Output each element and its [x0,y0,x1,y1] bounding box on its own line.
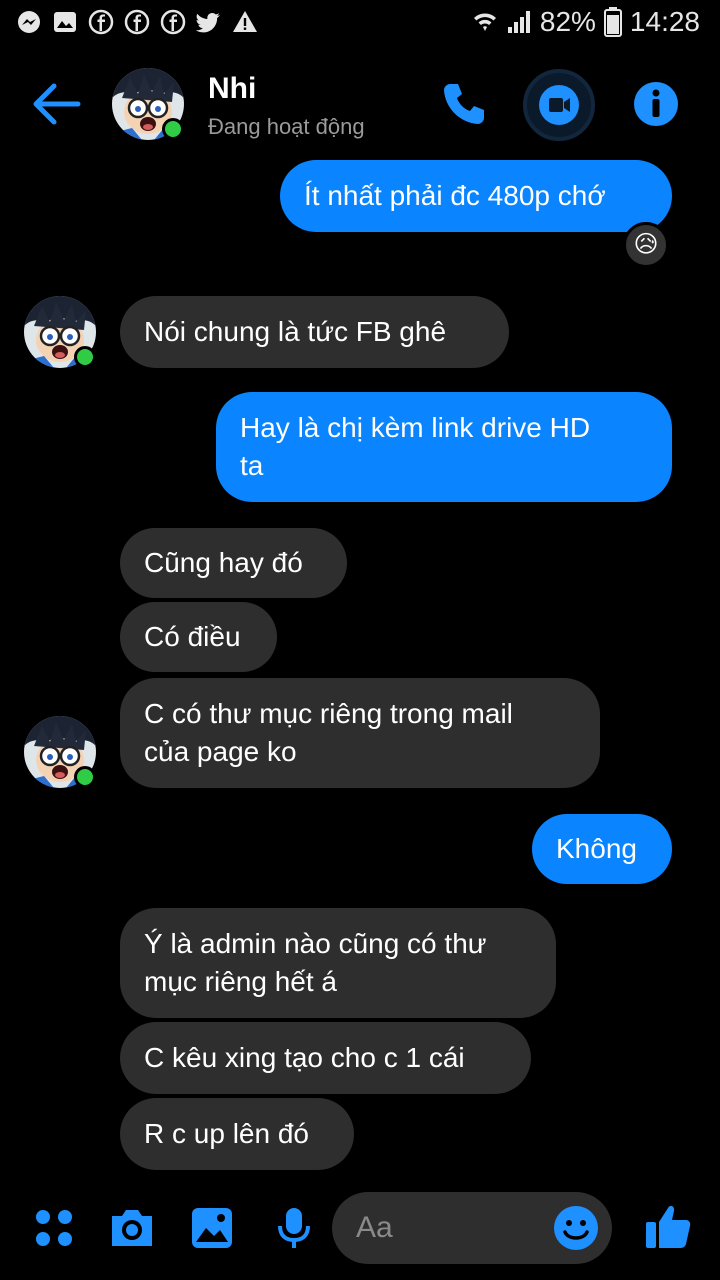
facebook-icon [88,9,114,35]
system-status: 82% 14:28 [472,6,700,38]
gallery-icon [54,12,76,32]
signal-icon [507,11,530,33]
message-incoming[interactable]: C kêu xing tạo cho c 1 cái [120,1022,531,1094]
message-incoming[interactable]: Có điều [120,602,277,672]
conversation-header: Nhi Đang hoạt động [0,50,720,160]
battery-percent: 82% [539,6,596,37]
message-incoming[interactable]: C có thư mục riêng trong mail của page k… [120,678,600,788]
message-incoming[interactable]: Cũng hay đó [120,528,347,598]
notification-icons [16,9,258,35]
back-arrow-icon[interactable] [30,80,82,128]
online-indicator [162,118,184,140]
gallery-icon[interactable] [190,1206,234,1250]
sad-reaction-icon[interactable]: 😥 [623,222,669,268]
message-incoming[interactable]: R c up lên đó [120,1098,354,1170]
camera-icon[interactable] [108,1206,156,1250]
thumbs-up-icon[interactable] [644,1202,692,1250]
menu-dots-icon[interactable] [32,1206,76,1250]
reaction-emoji: 😥 [633,231,659,258]
twitter-icon [196,13,220,33]
message-incoming[interactable]: Ý là admin nào cũng có thư mục riêng hết… [120,908,556,1018]
online-indicator [74,766,96,788]
video-call-icon[interactable] [522,68,596,142]
facebook-icon [160,9,186,35]
warning-icon [233,11,257,32]
info-icon[interactable] [632,80,680,128]
message-input-box[interactable] [332,1192,612,1264]
message-outgoing[interactable]: Hay là chị kèm link drive HD ta [216,392,672,502]
wifi-icon [473,13,496,31]
messenger-icon [18,11,40,33]
message-outgoing[interactable]: Ít nhất phải đc 480p chớ [280,160,672,232]
active-status: Đang hoạt động [208,114,365,139]
emoji-icon[interactable] [552,1204,600,1252]
online-indicator [74,346,96,368]
clock: 14:28 [629,6,700,37]
microphone-icon[interactable] [272,1206,316,1250]
message-outgoing[interactable]: Không [532,814,672,884]
phone-icon[interactable] [440,80,488,128]
battery-icon [603,7,622,37]
status-bar: 82% 14:28 [0,0,720,50]
message-input[interactable] [356,1206,536,1250]
contact-name[interactable]: Nhi [208,72,256,106]
facebook-icon [124,9,150,35]
composer-bar [0,1176,720,1280]
message-incoming[interactable]: Nói chung là tức FB ghê [120,296,509,368]
